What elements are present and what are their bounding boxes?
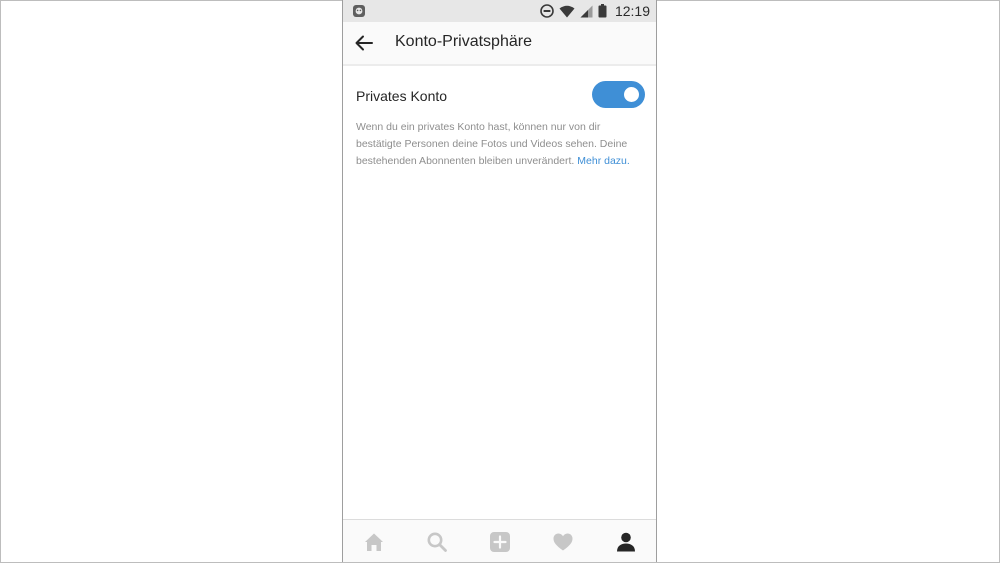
private-account-row[interactable]: Privates Konto xyxy=(356,80,645,110)
cellular-signal-icon xyxy=(580,5,593,17)
wifi-icon xyxy=(559,5,575,17)
private-account-description: Wenn du ein privates Konto hast, können … xyxy=(356,119,646,170)
battery-icon xyxy=(598,4,607,18)
status-bar: 12:19 xyxy=(343,0,656,22)
toggle-knob xyxy=(624,87,639,102)
app-bar: Konto-Privatsphäre xyxy=(343,22,656,66)
phone-screen: 12:19 Konto-Privatsphäre Privates Konto … xyxy=(342,0,657,562)
status-icons: 12:19 xyxy=(540,0,650,22)
home-icon[interactable] xyxy=(363,531,385,553)
status-time: 12:19 xyxy=(614,3,650,19)
learn-more-link[interactable]: Mehr dazu. xyxy=(577,155,630,167)
bottom-navigation xyxy=(343,519,656,562)
search-icon[interactable] xyxy=(426,531,448,553)
do-not-disturb-icon xyxy=(540,4,554,18)
private-account-label: Privates Konto xyxy=(356,88,448,104)
add-post-icon[interactable] xyxy=(489,531,511,553)
back-arrow-icon[interactable] xyxy=(353,32,375,54)
page-title: Konto-Privatsphäre xyxy=(395,33,532,50)
profile-icon[interactable] xyxy=(615,531,637,553)
app-notification-icon xyxy=(353,5,365,17)
activity-heart-icon[interactable] xyxy=(552,531,574,553)
private-account-toggle[interactable] xyxy=(592,81,645,108)
